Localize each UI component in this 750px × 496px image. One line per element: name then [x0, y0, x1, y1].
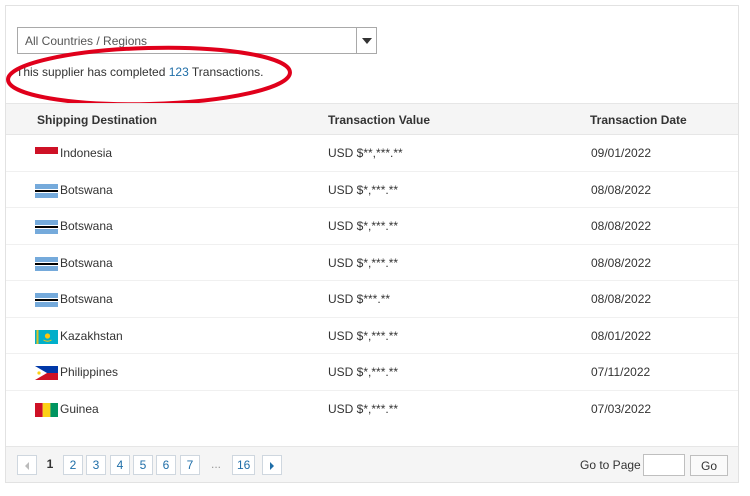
row-destination: Botswana [60, 255, 113, 270]
botswana-flag-icon [35, 183, 58, 198]
kazakhstan-flag-icon [35, 329, 58, 344]
summary-suffix: Transactions. [188, 65, 264, 79]
table-header: Shipping Destination Transaction Value T… [6, 103, 738, 135]
table-row: Kazakhstan USD $*,***.** 08/01/2022 [6, 318, 738, 354]
table-row: Indonesia USD $**,***.** 09/01/2022 [6, 135, 738, 172]
botswana-flag-icon [35, 256, 58, 271]
row-date: 07/03/2022 [591, 401, 652, 416]
row-destination: Botswana [60, 182, 113, 197]
dropdown-toggle[interactable] [356, 28, 376, 53]
chevron-left-icon [25, 461, 29, 470]
goto-page-input[interactable] [643, 454, 685, 476]
row-value: USD $***.** [328, 292, 391, 306]
goto-page-label: Go to Page [580, 458, 641, 472]
row-value: USD $*,***.** [328, 328, 399, 343]
page-link[interactable]: 3 [86, 455, 106, 475]
row-value: USD $*,***.** [328, 365, 399, 379]
row-destination: Philippines [60, 365, 119, 379]
prev-page-button[interactable] [17, 455, 37, 475]
row-date: 08/01/2022 [591, 328, 652, 343]
page-link-last[interactable]: 16 [232, 455, 256, 475]
header-transaction-value: Transaction Value [328, 113, 431, 127]
transactions-panel: All Countries / Regions This supplier ha… [5, 5, 739, 483]
row-date: 07/11/2022 [591, 365, 651, 379]
row-value: USD $*,***.** [328, 255, 399, 270]
row-date: 08/08/2022 [591, 292, 652, 306]
row-value: USD $*,***.** [328, 219, 399, 233]
row-date: 09/01/2022 [591, 146, 652, 160]
row-destination: Botswana [60, 292, 113, 306]
country-region-select[interactable]: All Countries / Regions [17, 27, 377, 54]
row-destination: Indonesia [60, 146, 113, 160]
row-destination: Guinea [60, 401, 99, 416]
page-ellipsis: ... [211, 457, 222, 471]
chevron-right-icon [270, 461, 274, 470]
page-current: 1 [46, 457, 54, 471]
row-destination: Kazakhstan [60, 328, 123, 343]
transaction-count: 123 [168, 65, 189, 79]
page-link[interactable]: 2 [63, 455, 83, 475]
header-transaction-date: Transaction Date [590, 113, 687, 127]
transaction-summary: This supplier has completed 123 Transact… [16, 65, 263, 79]
row-date: 08/08/2022 [591, 182, 652, 197]
guinea-flag-icon [35, 402, 58, 417]
row-value: USD $**,***.** [328, 146, 403, 160]
pagination-bar: 1 2 3 4 5 6 7 ... 16 Go to Page Go [6, 446, 738, 482]
transactions-table-body: Indonesia USD $**,***.** 09/01/2022 Bots… [6, 135, 738, 427]
page-link[interactable]: 5 [133, 455, 153, 475]
table-row: Botswana USD $*,***.** 08/08/2022 [6, 172, 738, 208]
table-row: Botswana USD $*,***.** 08/08/2022 [6, 208, 738, 245]
row-value: USD $*,***.** [328, 182, 399, 197]
row-destination: Botswana [60, 219, 113, 233]
header-shipping-destination: Shipping Destination [37, 113, 157, 127]
indonesia-flag-icon [35, 147, 58, 161]
country-region-select-value: All Countries / Regions [25, 34, 148, 48]
table-row: Botswana USD $***.** 08/08/2022 [6, 281, 738, 318]
triangle-down-icon [362, 38, 372, 44]
summary-prefix: This supplier has completed [16, 65, 169, 79]
go-button[interactable]: Go [690, 455, 728, 476]
table-row: Guinea USD $*,***.** 07/03/2022 [6, 391, 738, 428]
page-link[interactable]: 7 [180, 455, 200, 475]
row-date: 08/08/2022 [591, 219, 652, 233]
next-page-button[interactable] [262, 455, 282, 475]
row-value: USD $*,***.** [328, 401, 399, 416]
philippines-flag-icon [35, 366, 58, 380]
table-row: Philippines USD $*,***.** 07/11/2022 [6, 354, 738, 391]
page-link[interactable]: 4 [110, 455, 130, 475]
table-row: Botswana USD $*,***.** 08/08/2022 [6, 245, 738, 281]
botswana-flag-icon [35, 293, 58, 307]
page-link[interactable]: 6 [156, 455, 176, 475]
row-date: 08/08/2022 [591, 255, 652, 270]
botswana-flag-icon [35, 220, 58, 234]
